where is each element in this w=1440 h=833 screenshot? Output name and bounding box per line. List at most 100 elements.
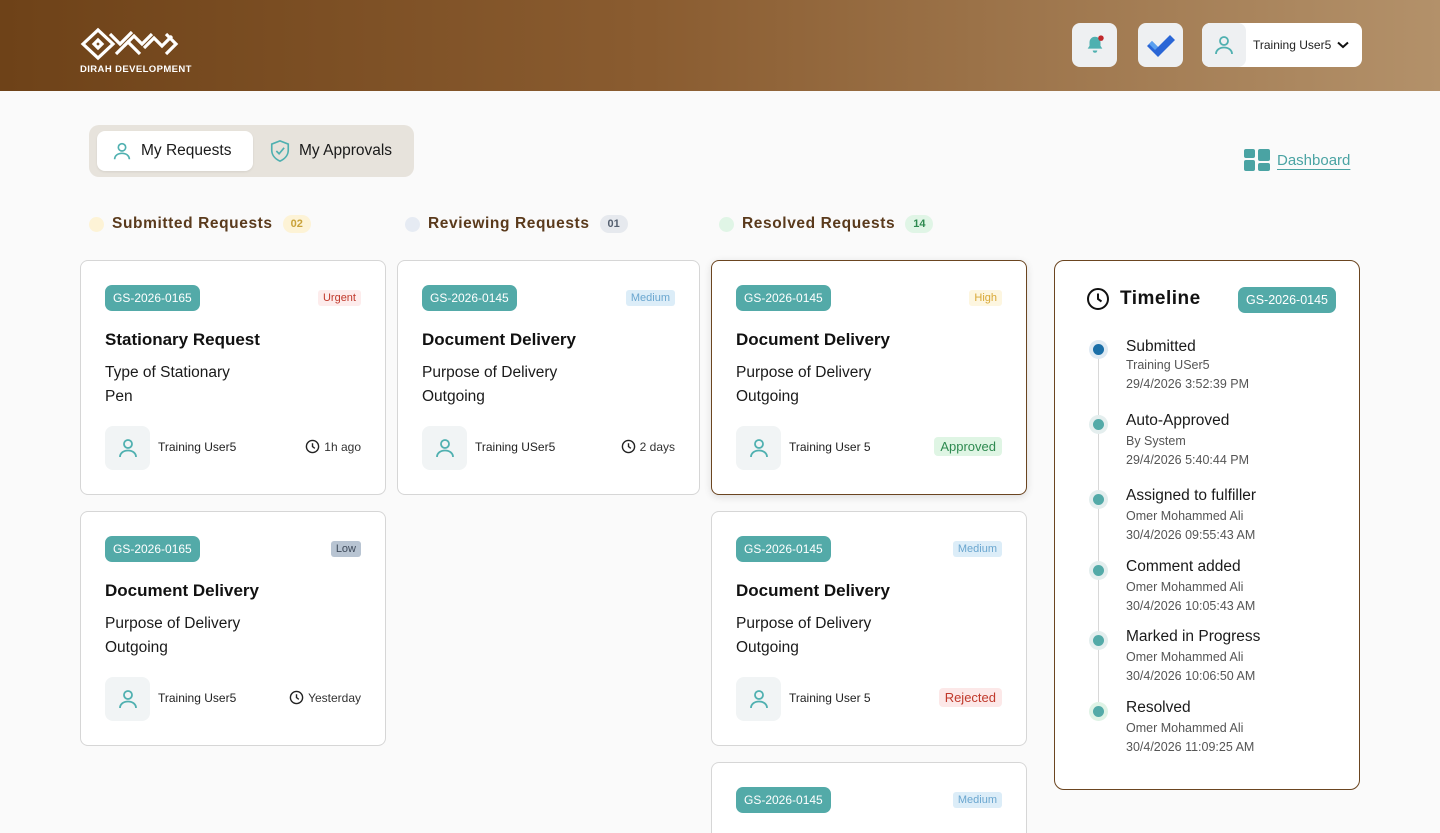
user-icon <box>435 439 454 458</box>
tab-my-requests[interactable]: My Requests <box>97 131 253 171</box>
status-badge: Rejected <box>938 688 1002 707</box>
time-text: 2 days <box>639 439 675 454</box>
timeline-dot <box>1089 415 1108 434</box>
event-title: Marked in Progress <box>1126 628 1261 645</box>
bell-icon <box>1087 35 1104 53</box>
event-date: 30/4/2026 10:05:43 AM <box>1126 599 1256 613</box>
notifications-button[interactable] <box>1072 23 1117 67</box>
event-actor: Omer Mohammed Ali <box>1126 509 1244 523</box>
priority-badge: Medium <box>952 541 1002 557</box>
status-badge: Approved <box>934 437 1002 456</box>
event-actor: Omer Mohammed Ali <box>1126 580 1244 594</box>
user-icon <box>1215 36 1233 55</box>
event-date: 30/4/2026 10:06:50 AM <box>1126 669 1256 683</box>
request-code: GS-2026-0145 <box>736 536 831 562</box>
view-tabs: My Requests My Approvals <box>89 125 414 177</box>
request-code: GS-2026-0165 <box>105 536 200 562</box>
event-actor: Omer Mohammed Ali <box>1126 721 1244 735</box>
chevron-down-icon <box>1337 41 1349 49</box>
event-title: Resolved <box>1126 699 1191 716</box>
clock-icon <box>621 439 635 454</box>
timeline-panel: Timeline GS-2026-0145 Submitted Training… <box>1054 260 1360 790</box>
todo-check-icon <box>1146 35 1175 57</box>
clock-icon <box>306 439 320 454</box>
user-name: Training User5 <box>1253 38 1332 52</box>
request-card[interactable]: GS-2026-0165 Urgent Stationary Request T… <box>80 260 386 495</box>
column-count: 02 <box>282 215 311 233</box>
event-actor: Training USer5 <box>1126 358 1210 372</box>
column-count: 14 <box>905 215 934 233</box>
column-title: Resolved Requests <box>742 215 896 232</box>
event-actor: By System <box>1126 434 1186 448</box>
card-field-value: Outgoing <box>422 388 485 405</box>
time-text: 1h ago <box>324 439 361 454</box>
tasks-button[interactable] <box>1138 23 1183 67</box>
event-date: 30/4/2026 09:55:43 AM <box>1126 528 1256 542</box>
shield-check-icon <box>270 140 290 162</box>
avatar <box>736 677 781 721</box>
card-title: Document Delivery <box>736 330 890 349</box>
request-card[interactable]: GS-2026-0145 Medium Document Delivery Pu… <box>397 260 700 495</box>
timeline-dot <box>1089 340 1108 359</box>
event-title: Assigned to fulfiller <box>1126 487 1257 504</box>
request-card[interactable]: GS-2026-0165 Low Document Delivery Purpo… <box>80 511 386 746</box>
avatar <box>736 426 781 470</box>
user-icon <box>118 690 137 709</box>
avatar <box>105 677 150 721</box>
column-header-reviewing: Reviewing Requests 01 <box>405 213 628 235</box>
timeline-request-code: GS-2026-0145 <box>1238 287 1337 313</box>
avatar <box>1202 23 1246 67</box>
user-menu-button[interactable]: Training User5 <box>1202 23 1362 67</box>
status-dot <box>719 216 734 232</box>
timeline-title: Timeline <box>1120 288 1201 309</box>
status-dot <box>89 216 104 232</box>
requester-name: Training User 5 <box>789 440 871 454</box>
event-date: 30/4/2026 11:09:25 AM <box>1126 740 1255 754</box>
time-text: Yesterday <box>308 690 361 705</box>
card-field-value: Outgoing <box>736 639 799 656</box>
column-header-submitted: Submitted Requests 02 <box>89 213 311 235</box>
priority-badge: Low <box>330 541 361 557</box>
event-title: Auto-Approved <box>1126 412 1230 429</box>
event-title: Comment added <box>1126 558 1241 575</box>
card-field-value: Outgoing <box>105 639 168 656</box>
card-field-label: Purpose of Delivery <box>422 364 558 381</box>
tab-label: My Approvals <box>299 142 393 159</box>
card-title: Stationary Request <box>105 330 260 349</box>
requester-name: Training User5 <box>158 440 237 454</box>
event-actor: Omer Mohammed Ali <box>1126 650 1244 664</box>
request-card[interactable]: GS-2026-0145 Medium <box>711 762 1027 833</box>
card-field-label: Purpose of Delivery <box>736 615 872 632</box>
dashboard-link[interactable]: Dashboard <box>1243 148 1350 172</box>
status-dot <box>405 216 420 232</box>
tab-my-approvals[interactable]: My Approvals <box>269 131 392 171</box>
timeline-dot <box>1089 631 1108 650</box>
request-code: GS-2026-0145 <box>736 285 831 311</box>
request-code: GS-2026-0145 <box>422 285 517 311</box>
clock-icon <box>289 690 304 705</box>
event-date: 29/4/2026 5:40:44 PM <box>1126 453 1250 467</box>
card-field-label: Purpose of Delivery <box>736 364 872 381</box>
card-field-value: Outgoing <box>736 388 799 405</box>
card-field-label: Purpose of Delivery <box>105 615 241 632</box>
user-icon <box>749 439 768 458</box>
event-date: 29/4/2026 3:52:39 PM <box>1126 377 1250 391</box>
dashboard-label: Dashboard <box>1277 151 1351 169</box>
timeline-dot <box>1089 490 1108 509</box>
request-card-selected[interactable]: GS-2026-0145 High Document Delivery Purp… <box>711 260 1027 495</box>
card-title: Document Delivery <box>105 581 259 600</box>
column-title: Submitted Requests <box>112 215 273 232</box>
column-header-resolved: Resolved Requests 14 <box>719 213 934 235</box>
event-title: Submitted <box>1126 338 1196 355</box>
requester-name: Training USer5 <box>475 440 556 454</box>
card-field-value: Pen <box>105 388 133 405</box>
timeline-dot <box>1089 561 1108 580</box>
tab-label: My Requests <box>141 142 232 159</box>
avatar <box>422 426 467 470</box>
priority-badge: Urgent <box>317 290 361 306</box>
request-time: Yesterday <box>289 690 361 705</box>
column-title: Reviewing Requests <box>428 215 590 232</box>
requester-name: Training User 5 <box>789 691 871 705</box>
request-card[interactable]: GS-2026-0145 Medium Document Delivery Pu… <box>711 511 1027 746</box>
card-title: Document Delivery <box>736 581 890 600</box>
